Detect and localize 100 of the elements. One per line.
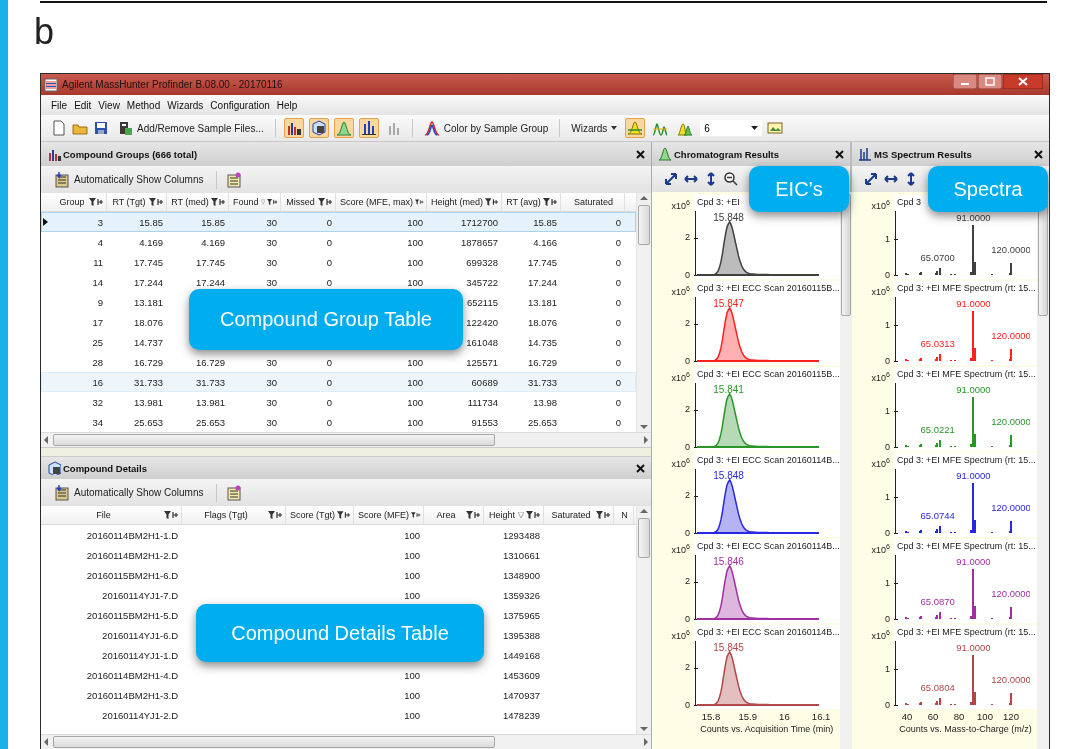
menu-item[interactable]: Help <box>276 99 298 111</box>
vertical-scrollbar[interactable] <box>636 506 651 734</box>
table-cell-text: 100 <box>406 395 424 410</box>
filter-icon[interactable] <box>485 198 499 206</box>
column-header[interactable]: Height (med) <box>427 193 502 211</box>
column-header[interactable]: N <box>614 506 634 524</box>
arrow-down-icon[interactable] <box>639 724 649 734</box>
arrow-up-icon[interactable] <box>639 193 649 203</box>
table-row[interactable]: 34 25.653 25.653 30 0 100 91553 25.653 0 <box>41 412 636 432</box>
toggle-button[interactable] <box>283 118 304 138</box>
toggle-button[interactable] <box>308 118 329 138</box>
table-cell-text: 25.653 <box>526 415 558 430</box>
filter-icon[interactable] <box>89 198 104 206</box>
table-cell-text: 17.745 <box>194 255 226 270</box>
column-header[interactable]: Height <box>484 506 544 524</box>
filter-icon[interactable] <box>149 198 164 206</box>
column-header[interactable]: File <box>41 506 182 524</box>
toggle-button[interactable] <box>333 118 354 138</box>
tick-label: 40 <box>901 711 913 722</box>
column-header[interactable]: RT (med) <box>167 193 229 211</box>
horizontal-scrollbar[interactable] <box>41 432 651 447</box>
filter-icon[interactable] <box>596 511 611 519</box>
scroll-thumb[interactable] <box>53 434 495 446</box>
table-row[interactable]: 11 17.745 17.745 30 0 100 699328 17.745 0 <box>41 252 636 272</box>
close-icon[interactable] <box>835 149 844 159</box>
columns-icon[interactable] <box>225 484 242 501</box>
vertical-scrollbar[interactable] <box>636 193 651 432</box>
arrow-right-icon[interactable] <box>641 435 651 445</box>
filter-icon[interactable] <box>318 198 333 206</box>
vertical-arrows-icon[interactable] <box>904 172 918 186</box>
filter-icon[interactable] <box>337 511 351 519</box>
menu-item[interactable]: File <box>51 99 68 111</box>
auto-columns-button[interactable]: Automatically Show Columns <box>51 169 207 190</box>
column-header[interactable]: Area <box>424 506 484 524</box>
column-header[interactable]: Saturated <box>561 193 625 211</box>
menu-item[interactable]: Edit <box>74 99 92 111</box>
filter-icon[interactable] <box>526 511 541 519</box>
scroll-thumb[interactable] <box>638 205 650 245</box>
toggle-button[interactable] <box>358 118 379 138</box>
filter-icon[interactable] <box>211 198 226 206</box>
toggle-button[interactable] <box>625 118 646 138</box>
menu-item[interactable]: View <box>98 99 120 111</box>
menu-item[interactable]: Wizards <box>167 99 204 111</box>
filter-icon[interactable] <box>266 198 278 206</box>
filter-icon[interactable] <box>415 198 424 206</box>
scroll-thumb[interactable] <box>638 518 650 558</box>
table-row[interactable]: 32 13.981 13.981 30 0 100 111734 13.98 0 <box>41 392 636 412</box>
column-header[interactable]: Group <box>53 193 107 211</box>
vertical-arrows-icon[interactable] <box>704 172 718 186</box>
filter-icon[interactable] <box>543 198 558 206</box>
maximize-button[interactable] <box>978 74 1002 89</box>
column-header[interactable]: Missed <box>281 193 336 211</box>
column-header[interactable]: Score (MFE) <box>354 506 424 524</box>
add-files-button[interactable]: Add/Remove Sample Files... <box>114 118 267 138</box>
zoom-out-icon[interactable] <box>724 172 738 186</box>
columns-icon <box>54 484 70 501</box>
column-header[interactable]: RT (avg) <box>502 193 561 211</box>
column-header[interactable]: Score (MFE, max) <box>336 193 427 211</box>
table-row[interactable]: 3 15.85 15.85 30 0 100 1712700 15.85 0 <box>41 212 636 232</box>
filter-icon[interactable] <box>411 511 421 519</box>
vertical-scrollbar[interactable] <box>1037 192 1049 749</box>
peak-label: 91.0000 <box>956 642 991 653</box>
expand-icon[interactable] <box>864 172 878 186</box>
count-dropdown[interactable]: 6 <box>700 120 763 136</box>
close-icon[interactable] <box>1034 149 1043 159</box>
table-cell-text: 1375965 <box>502 608 541 623</box>
new-file-icon[interactable] <box>51 120 67 136</box>
arrow-up-icon[interactable] <box>639 506 649 516</box>
table-row[interactable]: 16 31.733 31.733 30 0 100 60689 31.733 0 <box>41 372 636 392</box>
table-cell-text: 20160114YJ1-7.D <box>101 588 179 603</box>
menu-item[interactable]: Configuration <box>210 99 270 111</box>
column-header[interactable]: RT (Tgt) <box>107 193 167 211</box>
arrow-right-icon[interactable] <box>641 737 651 747</box>
expand-icon[interactable] <box>664 172 678 186</box>
minimize-button[interactable] <box>953 74 977 89</box>
column-header[interactable]: Saturated <box>544 506 614 524</box>
arrow-down-icon[interactable] <box>639 422 649 432</box>
image-icon[interactable] <box>767 120 784 136</box>
auto-columns-button[interactable]: Automatically Show Columns <box>51 482 207 503</box>
horizontal-scrollbar[interactable] <box>41 734 651 749</box>
columns-icon[interactable] <box>225 171 242 188</box>
scroll-thumb[interactable] <box>53 736 495 748</box>
save-icon[interactable] <box>93 120 109 136</box>
close-icon[interactable] <box>636 463 645 473</box>
table-row[interactable]: 28 16.729 16.729 30 0 100 125571 16.729 0 <box>41 352 636 372</box>
column-header[interactable]: Flags (Tgt) <box>182 506 286 524</box>
close-icon[interactable] <box>636 149 645 159</box>
menu-item[interactable]: Method <box>126 99 161 111</box>
filter-icon[interactable] <box>466 511 481 519</box>
column-header[interactable]: Found <box>229 193 281 211</box>
filter-icon[interactable] <box>268 511 283 519</box>
table-row[interactable]: 14 17.244 17.244 30 0 100 345722 17.244 0 <box>41 272 636 292</box>
table-cell-text: 34 <box>91 415 104 430</box>
table-row[interactable]: 4 4.169 4.169 30 0 100 1878657 4.166 0 <box>41 232 636 252</box>
column-header[interactable]: Score (Tgt) <box>286 506 354 524</box>
filter-icon[interactable] <box>164 511 179 519</box>
wizards-menu-button[interactable]: Wizards <box>568 118 621 138</box>
close-button[interactable] <box>1003 74 1043 89</box>
color-by-group-button[interactable]: Color by Sample Group <box>420 118 552 138</box>
table-cell-text: 20160114YJ1-6.D <box>101 628 179 643</box>
